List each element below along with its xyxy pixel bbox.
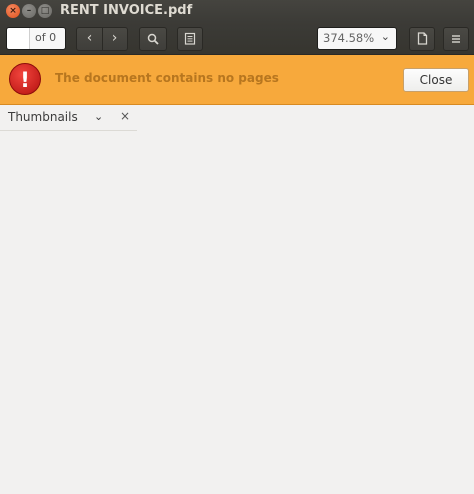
page-navigation-box: of 0 [6, 27, 66, 50]
search-icon [147, 33, 159, 45]
window-close-button[interactable]: × [6, 4, 20, 18]
document-view-area[interactable] [0, 131, 474, 494]
next-page-button[interactable]: › [102, 28, 127, 50]
page-number-input[interactable] [7, 28, 30, 49]
search-button[interactable] [139, 27, 167, 51]
error-message: The document contains no pages [55, 71, 279, 85]
error-infobar: ! The document contains no pages Close [0, 55, 474, 105]
window-maximize-button[interactable]: □ [38, 4, 52, 18]
previous-page-button[interactable]: ‹ [77, 28, 103, 50]
chevron-left-icon: ‹ [86, 30, 93, 46]
sidebar-toggle-button[interactable] [177, 27, 203, 51]
error-icon: ! [9, 63, 41, 95]
zoom-select[interactable]: 374.58% ⌄ [317, 27, 397, 50]
document-viewer-window: × – □ RENT INVOICE.pdf of 0 ‹ › 374.58% … [0, 0, 474, 494]
toolbar: of 0 ‹ › 374.58% ⌄ [0, 22, 474, 55]
menu-button[interactable] [443, 27, 469, 51]
page-nav-group: ‹ › [76, 27, 128, 51]
zoom-value: 374.58% [323, 31, 375, 45]
page-count-label: of 0 [35, 31, 57, 44]
window-minimize-button[interactable]: – [22, 4, 36, 18]
chevron-down-icon[interactable]: ⌄ [94, 110, 103, 123]
infobar-close-button[interactable]: Close [403, 68, 469, 92]
menu-icon [452, 35, 460, 43]
title-bar: × – □ RENT INVOICE.pdf [0, 0, 474, 22]
sidebar-mode-label[interactable]: Thumbnails [8, 110, 78, 124]
chevron-down-icon: ⌄ [380, 30, 390, 43]
document-icon [417, 32, 427, 45]
window-title: RENT INVOICE.pdf [60, 3, 193, 18]
sidebar-close-icon[interactable]: × [120, 109, 130, 123]
sidebar-header: Thumbnails ⌄ × [0, 105, 137, 131]
chevron-right-icon: › [111, 30, 118, 46]
document-properties-button[interactable] [409, 27, 435, 51]
sidebar-toggle-icon [184, 32, 196, 45]
